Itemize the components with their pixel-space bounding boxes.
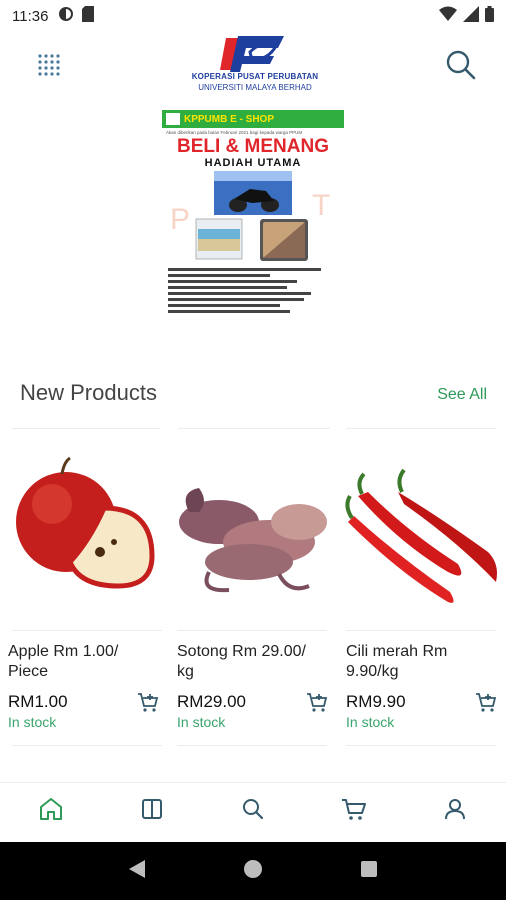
svg-text:T: T [312,189,330,222]
product-name[interactable]: Sotong Rm 29.00/ kg [177,642,323,682]
divider [12,630,162,631]
product-name[interactable]: Cili merah Rm 9.90/kg [346,642,492,682]
prize-illustration: P T [170,171,330,261]
divider [346,745,496,746]
grid-menu-icon[interactable] [36,52,64,80]
divider [346,428,496,429]
divider [12,745,162,746]
search-icon[interactable] [240,796,266,827]
account-icon[interactable] [442,796,468,827]
promo-banner[interactable]: KPPUMB E - SHOP Akan diberikan pada bula… [162,110,344,348]
banner-prize-images: P T [162,169,344,265]
product-card[interactable]: Apple Rm 1.00/ Piece RM1.00 In stock [0,432,162,746]
sim-card-icon [82,5,95,27]
nav-cart[interactable] [304,783,405,840]
divider [177,745,327,746]
koperasi-logo-mark [220,36,284,72]
banner-brand: KPPUMB E - SHOP [184,113,275,125]
product-image[interactable] [169,452,331,612]
status-time: 11:36 [12,7,49,25]
divider [12,428,160,429]
add-to-cart-icon[interactable] [474,690,498,714]
section-title: New Products [20,380,157,405]
banner-prize: HADIAH UTAMA [204,157,302,169]
divider [346,630,496,631]
product-card[interactable]: Cili merah Rm 9.90/kg RM9.90 In stock [338,432,500,746]
home-circle-icon[interactable] [242,858,264,885]
home-icon[interactable] [38,796,64,827]
banner-fine-print [162,268,344,313]
product-card[interactable]: Sotong Rm 29.00/ kg RM29.00 In stock [169,432,331,746]
svg-text:P: P [170,203,190,236]
see-all-link[interactable]: See All [437,386,487,404]
system-navigation-bar [0,842,506,900]
logo-line-2: UNIVERSITI MALAYA BERHAD [198,83,312,92]
divider [177,630,327,631]
catalog-icon[interactable] [139,796,165,827]
status-bar: 11:36 [0,0,506,32]
divider [178,428,330,429]
cart-icon[interactable] [340,796,368,827]
product-price: RM1.00 [8,692,68,711]
koperasi-logo: KOPERASI PUSAT PERUBATAN UNIVERSITI MALA… [180,34,330,98]
nav-account[interactable] [405,783,506,840]
banner-brand-bar: KPPUMB E - SHOP [162,110,344,128]
add-to-cart-icon[interactable] [305,690,329,714]
search-icon[interactable] [444,48,478,82]
battery-icon [485,5,494,27]
signal-icon [463,5,479,27]
recents-square-icon[interactable] [359,859,379,884]
product-image[interactable] [0,452,162,612]
banner-headline: BELI & MENANG [177,136,329,157]
stock-status: In stock [8,714,57,730]
nav-home[interactable] [0,783,101,840]
back-icon[interactable] [127,858,147,885]
nav-catalog[interactable] [101,783,202,840]
stock-status: In stock [177,714,226,730]
banner-logo-icon [166,113,180,125]
stock-status: In stock [346,714,395,730]
product-price: RM29.00 [177,692,246,711]
nav-search[interactable] [202,783,303,840]
wifi-icon [439,6,457,27]
product-name[interactable]: Apple Rm 1.00/ Piece [8,642,154,682]
product-image[interactable] [338,452,500,612]
product-price: RM9.90 [346,692,406,711]
logo-line-1: KOPERASI PUSAT PERUBATAN [191,72,319,81]
notification-circle-icon [58,6,74,27]
bottom-navigation [0,782,506,840]
add-to-cart-icon[interactable] [136,690,160,714]
app-header: KOPERASI PUSAT PERUBATAN UNIVERSITI MALA… [0,32,506,102]
